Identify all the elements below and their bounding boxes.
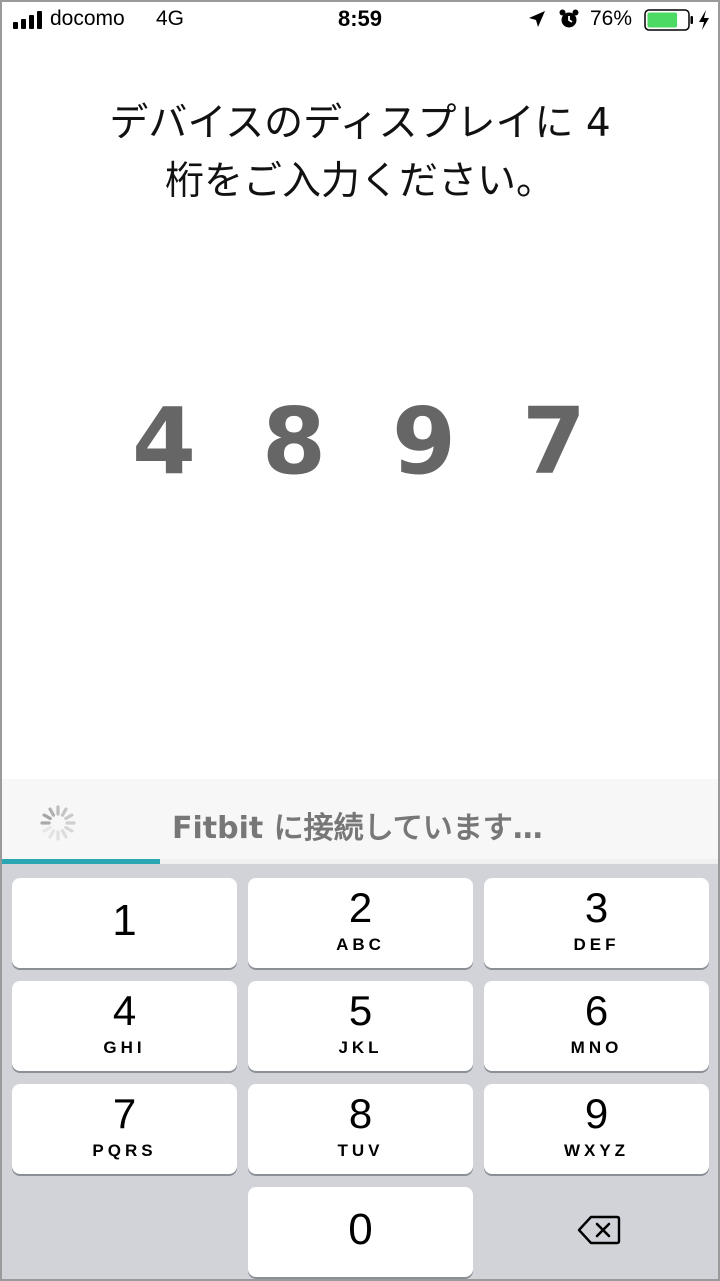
key-8[interactable]: 8 TUV xyxy=(248,1084,473,1174)
key-number: 9 xyxy=(584,1090,609,1137)
key-number: 2 xyxy=(348,884,373,931)
key-number: 5 xyxy=(348,987,373,1034)
key-4[interactable]: 4 GHI xyxy=(12,981,237,1071)
key-letters: JKL xyxy=(338,1038,383,1057)
location-arrow-icon xyxy=(529,11,545,27)
key-9[interactable]: 9 WXYZ xyxy=(484,1084,709,1174)
instruction-line-1: デバイスのディスプレイに 4 xyxy=(109,101,611,146)
battery-percent: 76% xyxy=(590,7,633,30)
code-digit: 8 xyxy=(261,388,326,495)
key-number: 3 xyxy=(584,884,609,931)
numeric-keypad: 1 2 ABC 3 DEF 4 GHI 5 JKL 6 MNO 7 PQRS 8… xyxy=(2,864,718,1279)
key-letters: DEF xyxy=(573,935,620,954)
key-number: 6 xyxy=(584,987,609,1034)
alarm-clock-icon xyxy=(559,9,579,28)
key-3[interactable]: 3 DEF xyxy=(484,878,709,968)
key-0[interactable]: 0 xyxy=(248,1187,473,1277)
key-number: 4 xyxy=(112,987,137,1034)
code-digit: 7 xyxy=(521,388,586,495)
backspace-button[interactable] xyxy=(484,1187,709,1277)
key-2[interactable]: 2 ABC xyxy=(248,878,473,968)
pairing-instruction: デバイスのディスプレイに 4 桁をご入力ください。 xyxy=(40,95,680,211)
battery-icon xyxy=(644,9,693,31)
key-5[interactable]: 5 JKL xyxy=(248,981,473,1071)
key-letters: MNO xyxy=(570,1038,623,1057)
instruction-line-2: 桁をご入力ください。 xyxy=(164,159,555,204)
status-bar: docomo 4G 8:59 76% xyxy=(0,0,720,40)
key-6[interactable]: 6 MNO xyxy=(484,981,709,1071)
key-1[interactable]: 1 xyxy=(12,878,237,968)
key-letters: ABC xyxy=(336,935,385,954)
key-7[interactable]: 7 PQRS xyxy=(12,1084,237,1174)
key-number: 0 xyxy=(348,1205,373,1254)
key-number: 7 xyxy=(112,1090,137,1137)
key-letters: GHI xyxy=(103,1038,146,1057)
code-digit: 4 xyxy=(131,388,196,495)
code-digit: 9 xyxy=(391,388,456,495)
key-letters: TUV xyxy=(337,1141,384,1160)
pairing-code: 4 8 9 7 xyxy=(0,392,720,492)
backspace-icon xyxy=(577,1215,621,1245)
connection-status-bar: Fitbit に接続しています… xyxy=(2,779,718,863)
key-letters: PQRS xyxy=(92,1141,157,1160)
loading-spinner-icon xyxy=(40,805,76,841)
key-number: 8 xyxy=(348,1090,373,1137)
charging-bolt-icon xyxy=(699,10,709,30)
key-letters: WXYZ xyxy=(563,1141,630,1160)
key-number: 1 xyxy=(112,896,137,945)
connection-status-text: Fitbit に接続しています… xyxy=(172,811,543,846)
